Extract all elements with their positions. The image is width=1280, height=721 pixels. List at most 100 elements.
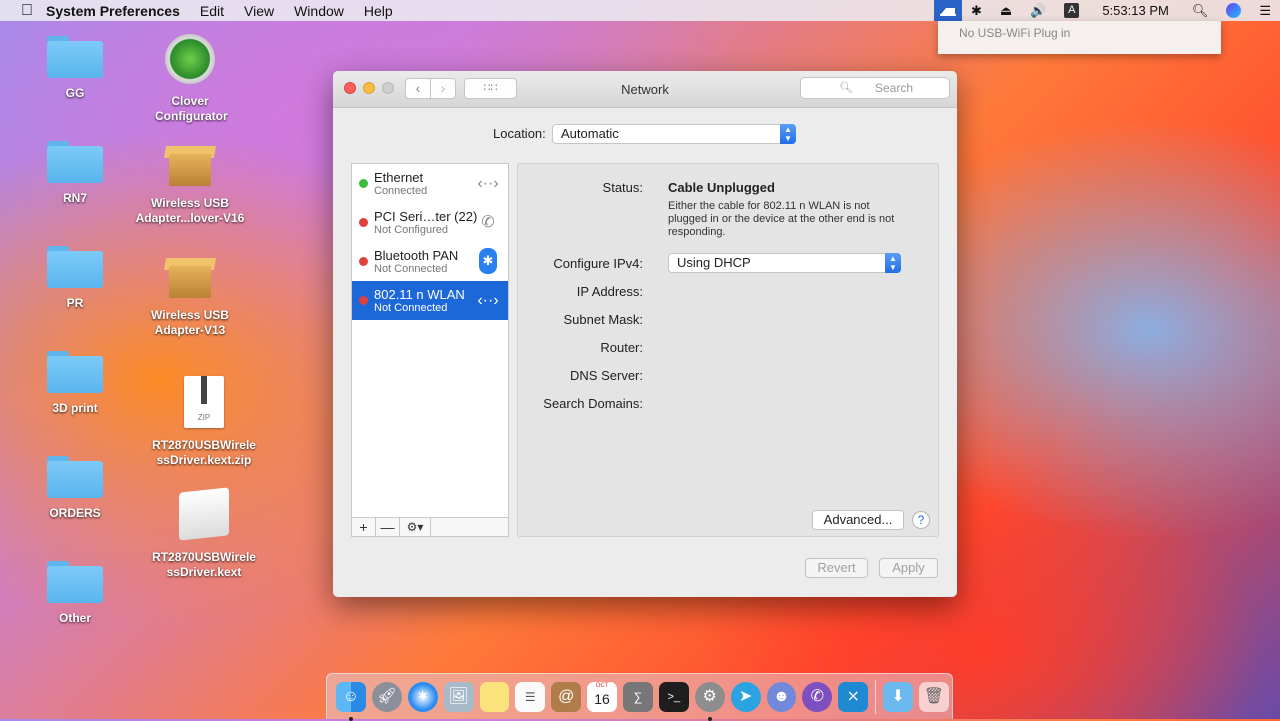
remove-service-button[interactable]: — <box>376 518 400 536</box>
menu-view[interactable]: View <box>244 3 274 19</box>
calendar-day: 16 <box>594 690 610 707</box>
desktop-folder-other[interactable]: Other <box>40 561 110 626</box>
status-value: Cable Unplugged <box>668 180 775 195</box>
notification-center-icon[interactable]: ☰ <box>1259 3 1271 19</box>
apple-menu-icon[interactable]:  <box>18 2 36 20</box>
status-area: ✱ ⏏ 🔊 A 5:53:13 PM 🔍︎ ☰ <box>933 0 1280 21</box>
phone-modem-icon: ✆ <box>481 214 495 231</box>
vscode-icon[interactable]: ⨯ <box>838 681 869 712</box>
package-icon <box>163 140 217 190</box>
folder-icon <box>47 36 103 78</box>
desktop-clover-configurator[interactable]: Clover Configurator <box>140 34 240 124</box>
folder-icon <box>47 456 103 498</box>
desktop-pkg-v16[interactable]: Wireless USB Adapter...lover-V16 <box>130 140 250 226</box>
discord-icon[interactable]: ☻ <box>766 681 797 712</box>
desktop-item-label: 3D print <box>52 401 98 415</box>
desktop-folder-3d-print[interactable]: 3D print <box>40 351 110 416</box>
trash-icon[interactable]: 🗑︎ <box>919 681 949 712</box>
spotlight-icon[interactable]: 🔍︎ <box>1192 3 1209 19</box>
search-domains-label: Search Domains: <box>543 396 643 411</box>
title-bar[interactable]: ‹ › ∷∷ Network 🔍︎ Search <box>333 71 957 108</box>
configure-ipv4-value: Using DHCP <box>677 255 751 270</box>
folder-icon <box>47 561 103 603</box>
status-label: Status: <box>602 180 643 195</box>
configure-ipv4-label: Configure IPv4: <box>553 256 643 271</box>
desktop-kext-file[interactable]: RT2870USBWirelessDriver.kext <box>145 487 263 580</box>
desktop-item-label: Wireless USB Adapter-V13 <box>151 308 229 337</box>
volume-icon[interactable]: 🔊 <box>1030 3 1046 19</box>
dock-separator <box>875 679 877 714</box>
bluetooth-icon: ✱ <box>479 248 497 274</box>
menu-window[interactable]: Window <box>294 3 344 19</box>
subnet-mask-label: Subnet Mask: <box>563 312 644 327</box>
service-bluetooth-pan[interactable]: Bluetooth PAN Not Connected ✱ <box>352 242 508 281</box>
ip-address-label: IP Address: <box>576 284 643 299</box>
menu-help[interactable]: Help <box>364 3 393 19</box>
viber-icon[interactable]: ✆ <box>802 681 833 712</box>
zip-badge: ZIP <box>197 413 211 422</box>
status-dot <box>359 218 368 227</box>
desktop-zip-file[interactable]: ZIP RT2870USBWirelessDriver.kext.zip <box>145 376 263 468</box>
popup-arrows-icon: ▲ ▼ <box>885 253 901 273</box>
usb-wifi-menu-item[interactable]: No USB-WiFi Plug in <box>959 26 1070 40</box>
eject-icon[interactable]: ⏏ <box>1000 3 1012 19</box>
usb-wifi-icon[interactable] <box>933 0 962 21</box>
desktop-pkg-v13[interactable]: Wireless USB Adapter-V13 <box>130 252 250 338</box>
service-wlan[interactable]: 802.11 n WLAN Not Connected ‹··› <box>352 281 508 320</box>
apply-button[interactable]: Apply <box>879 558 938 578</box>
bluetooth-icon[interactable]: ✱ <box>971 3 982 19</box>
reminders-icon[interactable]: ☰ <box>515 681 546 712</box>
preview-icon[interactable]: 🖼︎ <box>443 681 474 712</box>
service-ethernet[interactable]: Ethernet Connected ‹··› <box>352 164 508 203</box>
finder-icon[interactable]: ☺ <box>336 681 366 721</box>
add-service-button[interactable]: + <box>352 518 376 536</box>
desktop-folder-gg[interactable]: GG <box>40 36 110 101</box>
terminal-icon[interactable]: >_ <box>658 681 689 712</box>
desktop-item-label: Clover Configurator <box>155 94 228 123</box>
gear-menu-button[interactable]: ⚙▾ <box>400 518 431 536</box>
folder-icon <box>47 141 103 183</box>
status-dot <box>359 257 368 266</box>
dock: ☺ 🚀︎ ✶ 🖼︎ ☰ @ OCT 16 ∑ >_ ⚙ ➤ ☻ ✆ ⨯ ⬇ 🗑︎ <box>326 673 953 721</box>
desktop-folder-rn7[interactable]: RN7 <box>40 141 110 206</box>
revert-button[interactable]: Revert <box>805 558 868 578</box>
desktop-folder-orders[interactable]: ORDERS <box>40 456 110 521</box>
launchpad-icon[interactable]: 🚀︎ <box>371 681 402 712</box>
desktop-item-label: Other <box>58 611 91 625</box>
folder-icon <box>47 246 103 288</box>
telegram-icon[interactable]: ➤ <box>730 681 761 712</box>
calculator-icon[interactable]: ∑ <box>623 681 653 712</box>
system-preferences-icon[interactable]: ⚙ <box>694 681 725 721</box>
search-field[interactable]: 🔍︎ Search <box>800 77 950 99</box>
menu-edit[interactable]: Edit <box>200 3 224 19</box>
contacts-icon[interactable]: @ <box>551 681 582 712</box>
package-icon <box>163 252 217 302</box>
service-list: Ethernet Connected ‹··› PCI Seri…ter (22… <box>351 163 509 537</box>
desktop-folder-pr[interactable]: PR <box>40 246 110 311</box>
notes-icon[interactable] <box>479 681 510 712</box>
ethernet-icon: ‹··› <box>477 292 499 309</box>
status-description: Either the cable for 802.11 n WLAN is no… <box>668 200 895 238</box>
location-popup[interactable]: Automatic ▲ ▼ <box>552 124 796 144</box>
desktop-item-label: RT2870USBWirelessDriver.kext <box>152 550 256 579</box>
configure-ipv4-popup[interactable]: Using DHCP ▲ ▼ <box>668 253 901 273</box>
ethernet-icon: ‹··› <box>477 175 499 192</box>
status-dot <box>359 179 368 188</box>
downloads-icon[interactable]: ⬇ <box>883 681 913 712</box>
help-button[interactable]: ? <box>912 511 930 529</box>
clock[interactable]: 5:53:13 PM <box>1102 3 1169 18</box>
desktop-item-label: GG <box>65 86 85 100</box>
desktop-item-label: RT2870USBWirelessDriver.kext.zip <box>152 438 256 467</box>
location-label: Location: <box>493 126 546 141</box>
input-source-icon[interactable]: A <box>1064 3 1080 18</box>
service-pci-serial[interactable]: PCI Seri…ter (22) Not Configured ✆ <box>352 203 508 242</box>
kext-icon <box>179 487 229 541</box>
status-dot <box>359 296 368 305</box>
calendar-icon[interactable]: OCT 16 <box>587 681 617 712</box>
location-value: Automatic <box>561 126 619 141</box>
advanced-button[interactable]: Advanced... <box>812 510 904 530</box>
safari-icon[interactable]: ✶ <box>407 681 438 712</box>
app-menu[interactable]: System Preferences <box>46 3 180 19</box>
siri-icon[interactable] <box>1226 3 1242 18</box>
menu-bar:  System Preferences Edit View Window He… <box>0 0 1280 21</box>
